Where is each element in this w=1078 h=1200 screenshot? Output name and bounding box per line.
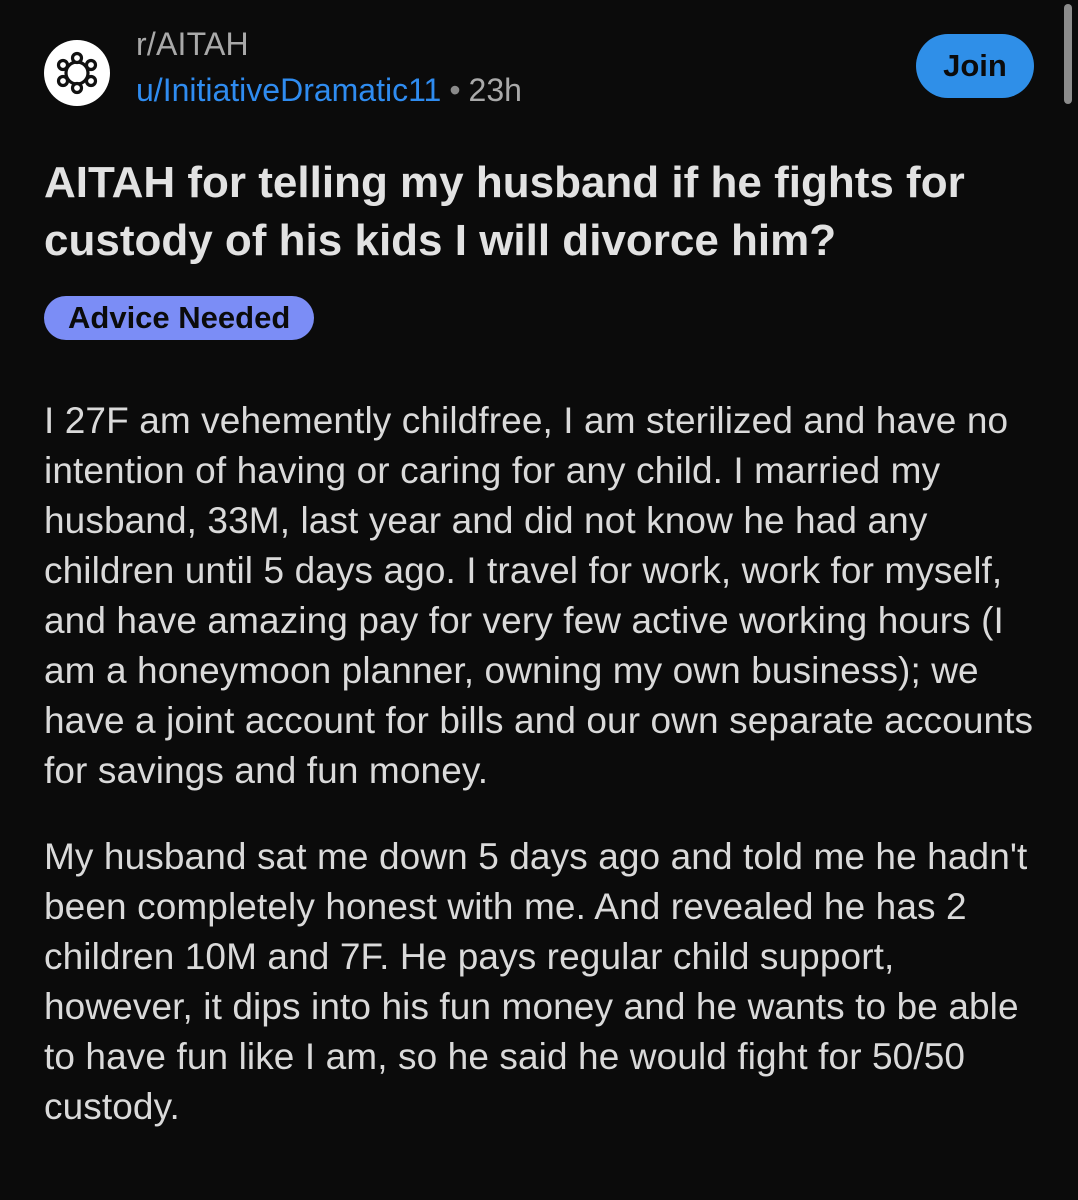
post-age: 23h — [468, 72, 522, 108]
flair-badge[interactable]: Advice Needed — [44, 296, 315, 340]
post-meta: r/AITAH u/InitiativeDramatic11 • 23h — [136, 24, 522, 110]
subreddit-name[interactable]: r/AITAH — [136, 24, 522, 64]
post-paragraph: My husband sat me down 5 days ago and to… — [44, 836, 1028, 1127]
post-byline: u/InitiativeDramatic11 • 23h — [136, 70, 522, 110]
post-header: r/AITAH u/InitiativeDramatic11 • 23h Join — [44, 24, 1034, 120]
post-title: AITAH for telling my husband if he fight… — [44, 158, 965, 265]
snoo-avatar-icon — [56, 51, 98, 95]
subreddit-avatar[interactable] — [44, 40, 110, 106]
post-paragraph: I 27F am vehemently childfree, I am ster… — [44, 400, 1034, 791]
author-link[interactable]: u/InitiativeDramatic11 — [136, 72, 441, 108]
post-body: I 27F am vehemently childfree, I am ster… — [44, 396, 1044, 1168]
scrollbar[interactable] — [1064, 4, 1072, 104]
separator-dot: • — [449, 72, 461, 108]
join-button[interactable]: Join — [916, 34, 1034, 98]
